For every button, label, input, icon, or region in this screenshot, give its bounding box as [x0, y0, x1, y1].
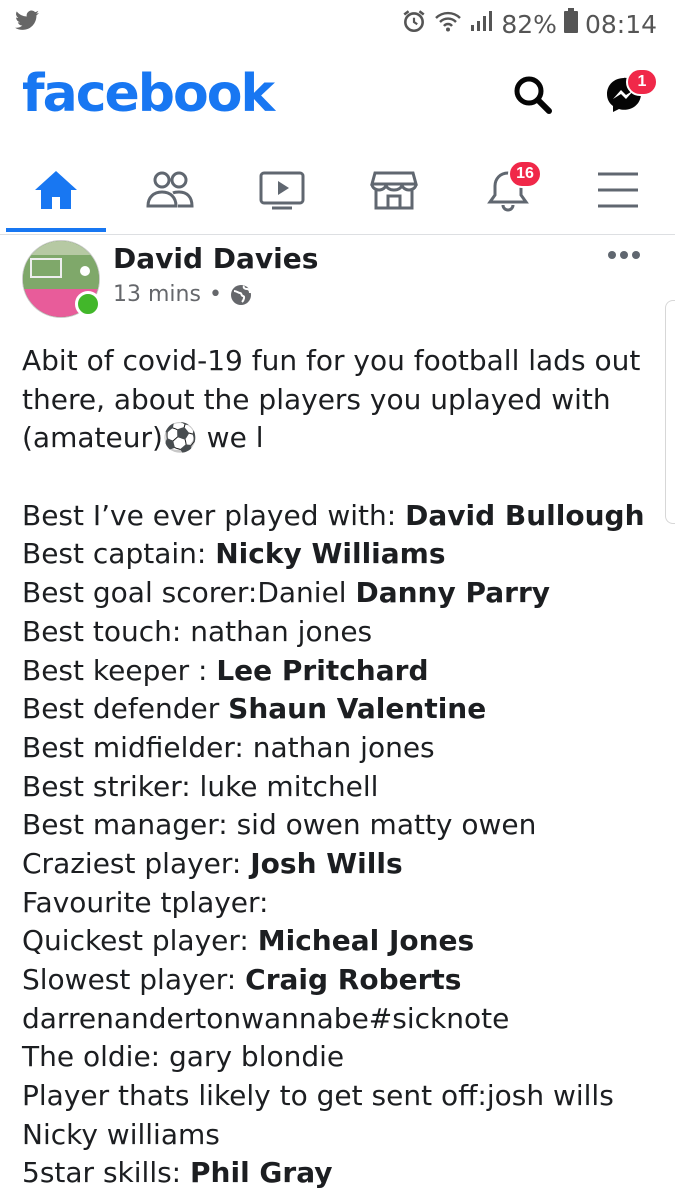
clock: 08:14	[584, 9, 657, 39]
post-line: Best striker: luke mitchell	[22, 769, 379, 803]
battery-icon	[563, 8, 579, 40]
tab-notifications[interactable]: 16	[456, 150, 560, 230]
post-line: darrenandertonwannabe#sicknote	[22, 1001, 510, 1035]
battery-percent: 82%	[501, 9, 557, 39]
more-dots-icon	[608, 251, 640, 259]
post-line: Best midfielder: nathan jones	[22, 730, 435, 764]
meta-separator: •	[208, 282, 222, 307]
post-line: The oldie: gary blondie	[22, 1040, 345, 1074]
more-options-button[interactable]	[606, 248, 642, 266]
globe-icon	[230, 284, 251, 305]
post-timestamp[interactable]: 13 mins	[113, 282, 201, 307]
tab-friends[interactable]	[118, 150, 222, 230]
post-body: Abit of covid-19 fun for you football la…	[22, 342, 662, 1193]
messenger-badge: 1	[626, 68, 658, 96]
post-line: Best touch: nathan jones	[22, 614, 373, 648]
alarm-icon	[401, 8, 427, 40]
post-line: Nicky williams	[22, 1117, 220, 1151]
post-line: Best defender Shaun Valentine	[22, 692, 487, 726]
post-line: Best goal scorer:Daniel Danny Parry	[22, 576, 551, 610]
active-tab-indicator	[6, 228, 106, 232]
post-line: Best captain: Nicky Williams	[22, 537, 446, 571]
scroll-indicator[interactable]	[665, 300, 675, 524]
post-line: Player thats likely to get sent off:josh…	[22, 1079, 614, 1113]
post-line: Slowest player: Craig Roberts	[22, 963, 462, 996]
tab-home[interactable]	[4, 150, 108, 230]
tab-watch[interactable]	[230, 150, 334, 230]
app-header: facebook 1	[0, 56, 675, 136]
online-status-indicator	[75, 291, 101, 317]
post-line: 5star skills: Phil Gray	[22, 1156, 333, 1190]
home-icon	[35, 171, 77, 209]
post-line: Best manager: sid owen matty owen	[22, 808, 537, 842]
post-line: (amateur)⚽ we l	[22, 421, 264, 455]
search-button[interactable]	[502, 64, 562, 124]
post-author[interactable]: David Davies	[113, 242, 318, 275]
post-line: Craziest player: Josh Wills	[22, 846, 403, 880]
signal-icon	[469, 9, 495, 39]
post-line: Best I’ve ever played with: David Bullou…	[22, 498, 645, 532]
hamburger-menu-icon	[598, 172, 638, 208]
messenger-button[interactable]: 1	[594, 64, 658, 124]
post-line: there, about the players you uplayed wit…	[22, 382, 611, 416]
tab-menu[interactable]	[566, 150, 670, 230]
post-line: Favourite tplayer:	[22, 885, 269, 919]
post-line: Best keeper : Lee Pritchard	[22, 653, 429, 687]
marketplace-icon	[370, 171, 418, 210]
post-meta: 13 mins •	[113, 282, 252, 307]
post-line	[22, 458, 662, 497]
tab-bar: 16	[0, 150, 675, 235]
notifications-badge: 16	[508, 160, 542, 188]
facebook-logo[interactable]: facebook	[22, 64, 275, 124]
video-icon	[259, 171, 305, 210]
status-bar: 82% 08:14	[0, 0, 675, 50]
tab-marketplace[interactable]	[342, 150, 446, 230]
post-line: Abit of covid-19 fun for you football la…	[22, 344, 641, 377]
search-icon	[514, 76, 552, 114]
post-line: Quickest player: Micheal Jones	[22, 924, 475, 958]
twitter-bird-icon	[14, 10, 40, 37]
friends-icon	[146, 171, 194, 208]
wifi-icon	[433, 9, 463, 39]
